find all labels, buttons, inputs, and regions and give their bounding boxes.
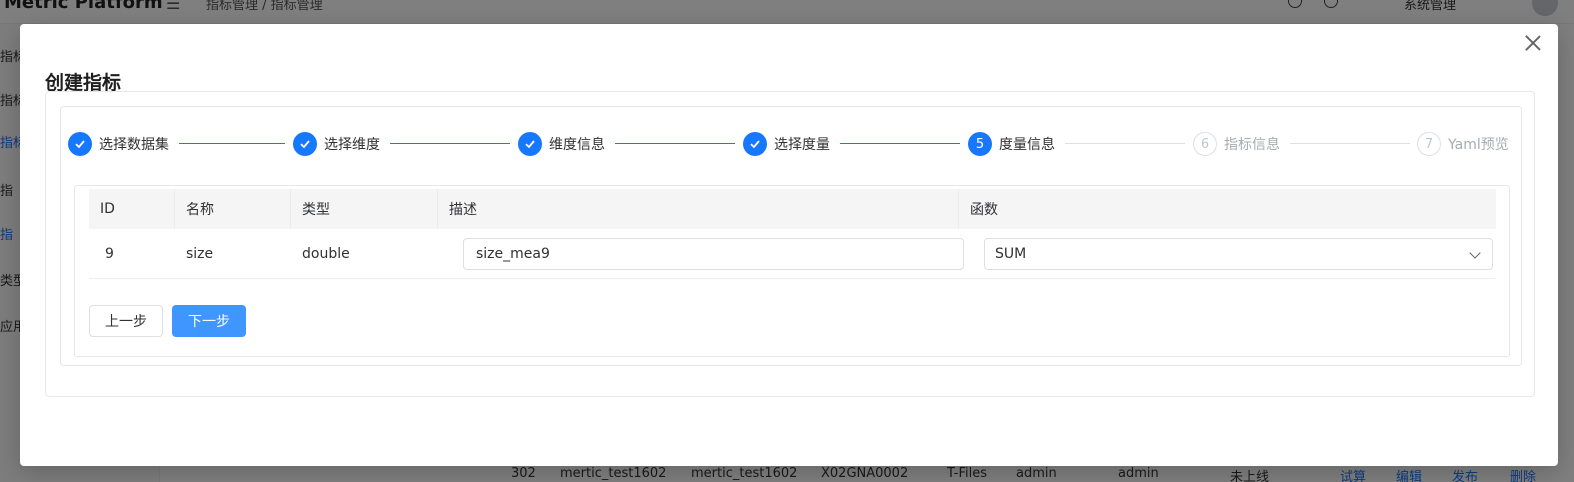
prev-step-button[interactable]: 上一步 [89, 305, 163, 337]
step-label: 选择数据集 [99, 137, 169, 153]
check-icon [293, 132, 317, 156]
step-select-measure[interactable]: 选择度量 [743, 131, 830, 157]
description-input[interactable]: size_mea9 [463, 238, 964, 270]
step-metric-info[interactable]: 6 指标信息 [1193, 131, 1280, 157]
step-select-dataset[interactable]: 选择数据集 [68, 131, 169, 157]
table-header: ID 名称 类型 描述 函数 [89, 189, 1496, 229]
step-label: 指标信息 [1224, 137, 1280, 153]
step-measure-info[interactable]: 5 度量信息 [968, 131, 1055, 157]
step-card: 选择数据集 选择维度 维度信息 选择度量 5 度量信息 6 指标信息 7 Yam… [60, 106, 1522, 366]
step-label: 选择度量 [774, 137, 830, 153]
chevron-down-icon [1469, 247, 1481, 259]
column-header-function: 函数 [970, 202, 998, 218]
check-icon [743, 132, 767, 156]
step-connector [840, 143, 960, 144]
step-yaml-preview[interactable]: 7 Yaml预览 [1417, 131, 1509, 157]
create-metric-dialog: 创建指标 选择数据集 选择维度 维度信息 选择度量 5 度量信息 6 指标信息 … [20, 24, 1558, 466]
check-icon [68, 132, 92, 156]
step-number: 6 [1193, 132, 1217, 156]
step-connector [390, 143, 510, 144]
close-icon[interactable] [1522, 32, 1544, 54]
step-number: 5 [968, 132, 992, 156]
step-dimension-info[interactable]: 维度信息 [518, 131, 605, 157]
column-header-id: ID [89, 189, 175, 229]
steps-bar: 选择数据集 选择维度 维度信息 选择度量 5 度量信息 6 指标信息 7 Yam… [68, 131, 1509, 157]
step-label: 选择维度 [324, 137, 380, 153]
measure-table-panel: ID 名称 类型 描述 函数 9 size double size_mea9 S… [74, 185, 1510, 357]
check-icon [518, 132, 542, 156]
column-header-description: 描述 [438, 189, 959, 229]
step-select-dimension[interactable]: 选择维度 [293, 131, 380, 157]
function-select-value: SUM [995, 246, 1027, 262]
column-header-name: 名称 [175, 189, 291, 229]
cell-id: 9 [105, 246, 114, 262]
cell-type: double [302, 246, 350, 262]
step-number: 7 [1417, 132, 1441, 156]
step-label: 维度信息 [549, 137, 605, 153]
step-label: Yaml预览 [1448, 137, 1509, 153]
step-connector [1290, 143, 1410, 144]
function-select[interactable]: SUM [984, 238, 1493, 270]
next-step-button[interactable]: 下一步 [172, 305, 246, 337]
dialog-card: 选择数据集 选择维度 维度信息 选择度量 5 度量信息 6 指标信息 7 Yam… [45, 91, 1535, 397]
column-header-type: 类型 [291, 189, 438, 229]
step-label: 度量信息 [999, 137, 1055, 153]
step-connector [615, 143, 735, 144]
step-connector [179, 143, 285, 144]
cell-name: size [186, 246, 214, 262]
step-connector [1065, 143, 1185, 144]
table-row: 9 size double size_mea9 SUM [89, 229, 1496, 279]
